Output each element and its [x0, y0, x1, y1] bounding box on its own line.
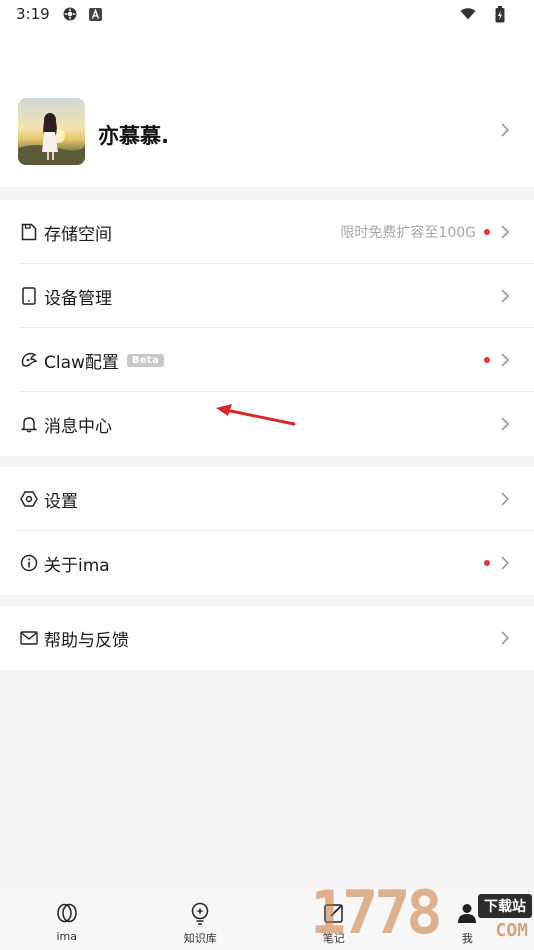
- username: 亦慕慕.: [98, 124, 169, 148]
- info-icon: [20, 554, 38, 572]
- wifi-icon: [460, 6, 476, 22]
- tab-ima[interactable]: ima: [0, 888, 134, 950]
- menu-item-label: 帮助与反馈: [44, 630, 129, 651]
- chevron-right-icon: [501, 225, 510, 239]
- tablet-icon: [20, 287, 38, 305]
- battery-icon: [492, 5, 508, 22]
- menu-item-label: 消息中心: [44, 416, 112, 437]
- mail-icon: [20, 629, 38, 647]
- watermark-text: 1778: [310, 878, 442, 948]
- watermark-tag: 下载站: [478, 894, 532, 918]
- chevron-right-icon: [501, 556, 510, 570]
- menu-item-settings[interactable]: 设置: [0, 467, 534, 531]
- storage-promo-hint: 限时免费扩容至100G: [340, 225, 476, 241]
- bulb-icon: [187, 900, 213, 926]
- notification-dot: [484, 229, 490, 235]
- menu-item-label: 存储空间: [44, 224, 112, 245]
- status-time: 3:19: [16, 5, 50, 23]
- beta-badge: Beta: [126, 353, 165, 367]
- menu-item-help[interactable]: 帮助与反馈: [0, 606, 534, 670]
- tab-label: ima: [56, 930, 77, 943]
- annotation-arrow-icon: [216, 404, 296, 426]
- menu-item-about[interactable]: 关于ima: [0, 531, 534, 595]
- claw-icon: [20, 351, 38, 369]
- gear-icon: [62, 6, 78, 22]
- menu-item-label: 关于ima: [44, 555, 110, 576]
- chevron-right-icon: [501, 492, 510, 506]
- avatar[interactable]: [18, 98, 85, 165]
- file-icon: [20, 223, 38, 241]
- menu-item-label: 设备管理: [44, 288, 112, 309]
- watermark-logo: 1778 下载站 COM: [308, 872, 534, 950]
- a-icon: [88, 6, 104, 22]
- menu-item-label: 设置: [44, 491, 78, 512]
- chevron-right-icon: [501, 631, 510, 645]
- profile-header[interactable]: 亦慕慕.: [0, 28, 534, 187]
- menu-item-device[interactable]: 设备管理: [0, 264, 534, 328]
- menu-item-storage[interactable]: 存储空间 限时免费扩容至100G: [0, 200, 534, 264]
- watermark-com: COM: [495, 920, 528, 941]
- chevron-right-icon: [501, 417, 510, 431]
- menu-group-2: 设置 关于ima: [0, 467, 534, 595]
- notification-dot: [484, 560, 490, 566]
- chevron-right-icon: [501, 289, 510, 303]
- menu-group-3: 帮助与反馈: [0, 606, 534, 670]
- tab-label: 知识库: [183, 932, 217, 945]
- hexagon-gear-icon: [20, 490, 38, 508]
- tab-knowledge-base[interactable]: 知识库: [134, 888, 268, 950]
- menu-item-claw[interactable]: Claw配置 Beta: [0, 328, 534, 392]
- chevron-right-icon: [501, 123, 510, 137]
- rings-icon: [54, 900, 80, 926]
- bell-icon: [20, 415, 38, 433]
- menu-item-label: Claw配置: [44, 352, 119, 373]
- status-bar: 3:19: [0, 0, 534, 28]
- chevron-right-icon: [501, 353, 510, 367]
- notification-dot: [484, 357, 490, 363]
